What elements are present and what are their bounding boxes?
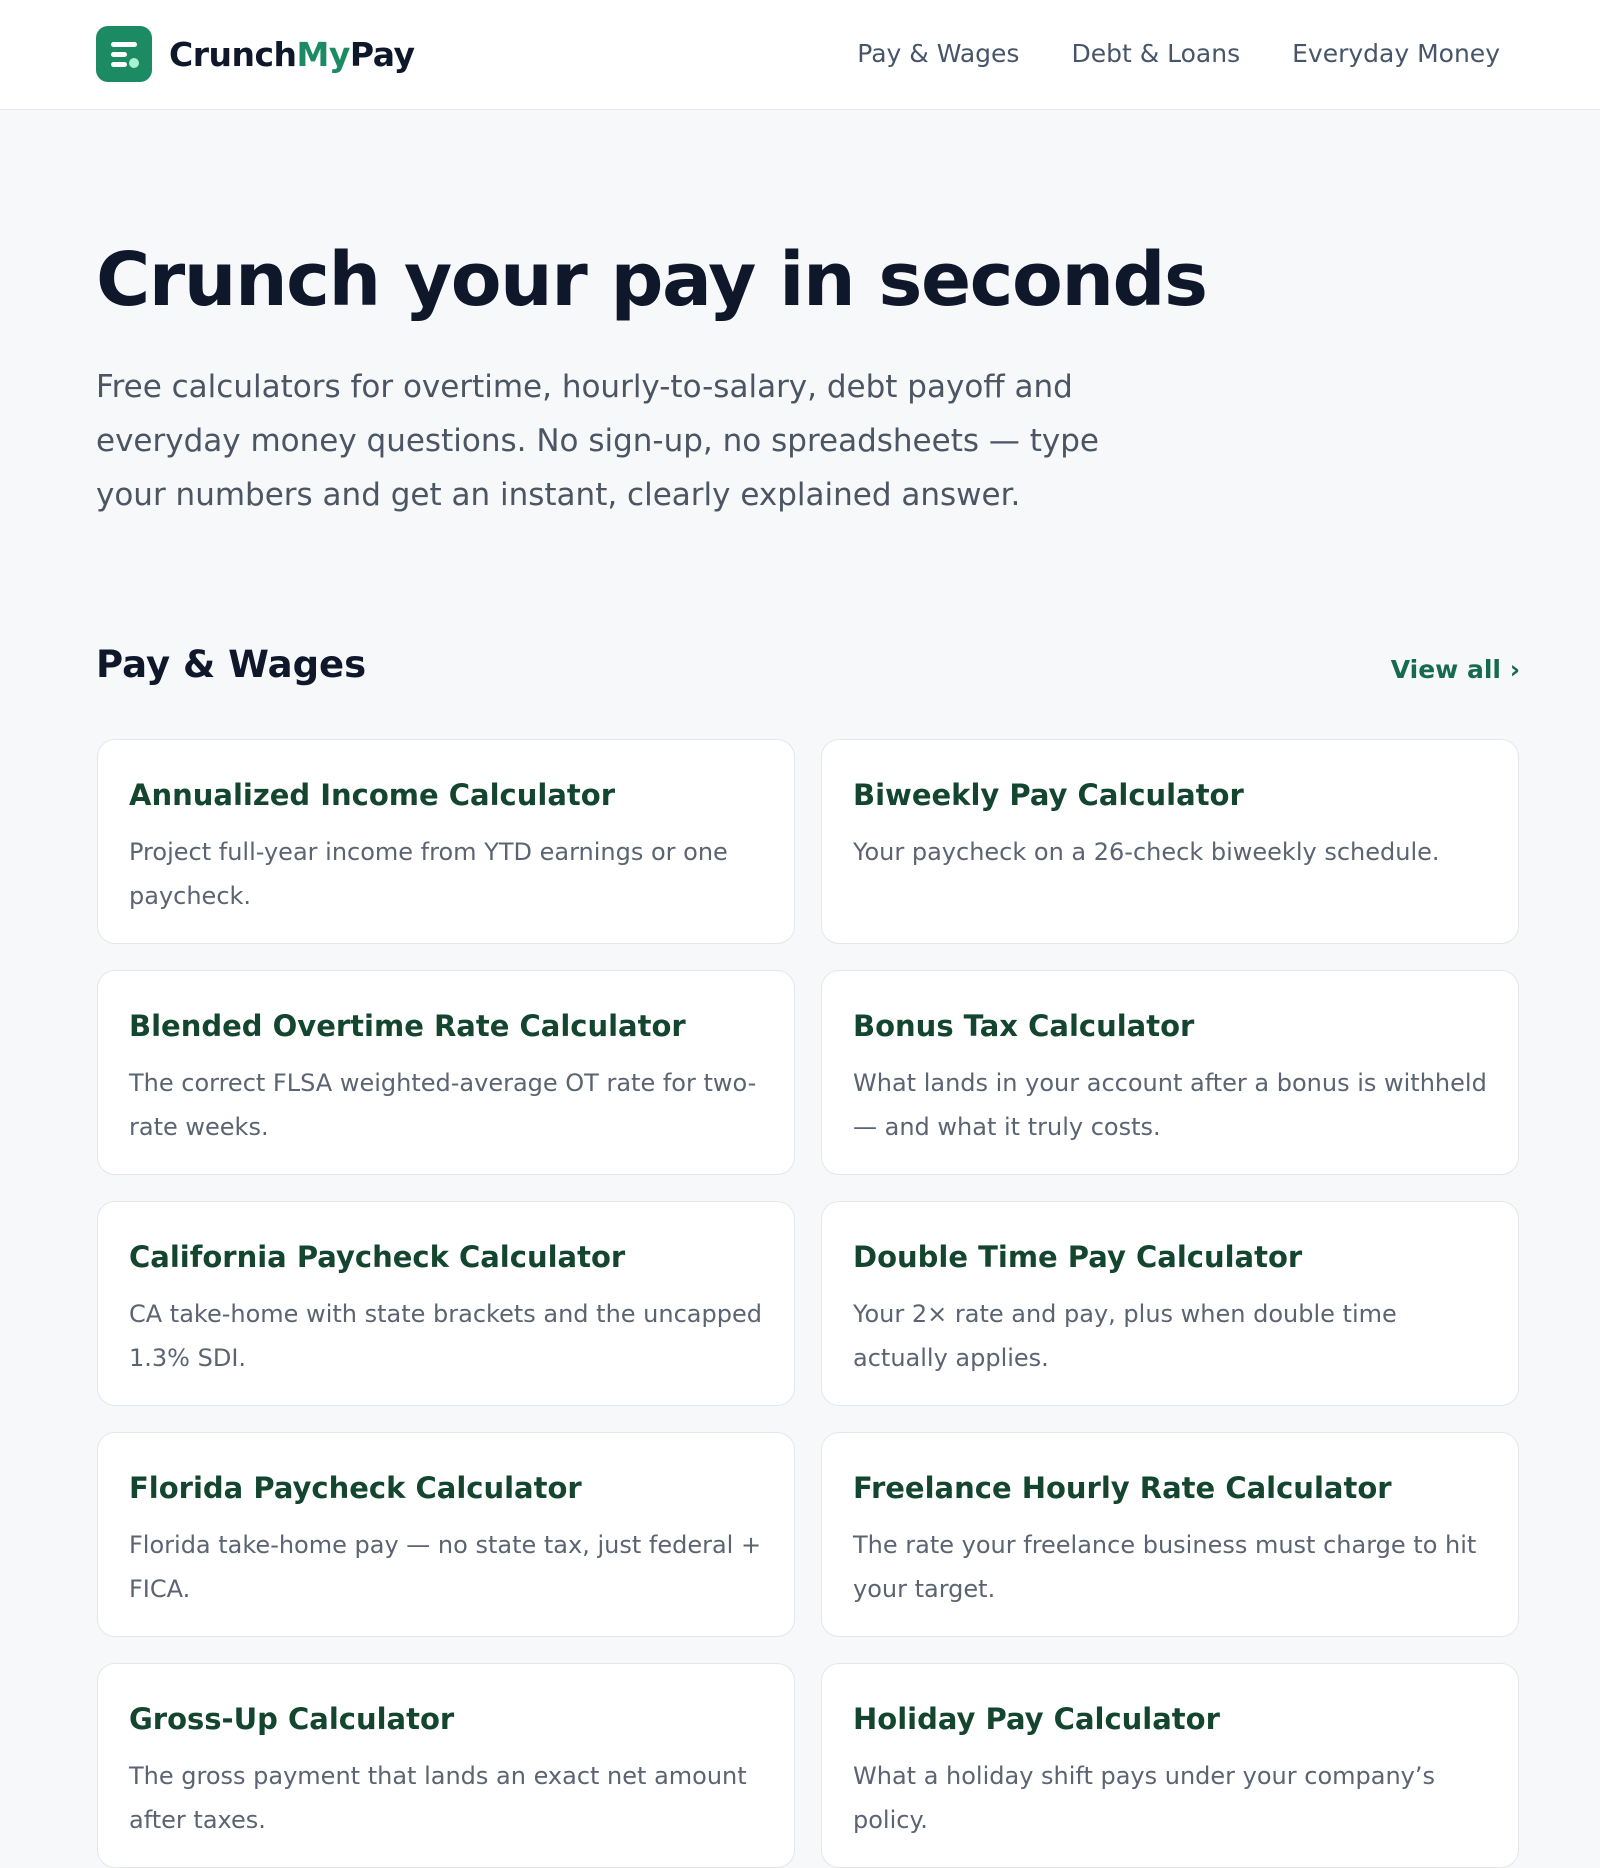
view-all-link[interactable]: View all › [1391,652,1520,688]
card-description: The gross payment that lands an exact ne… [129,1762,747,1834]
calculator-card[interactable]: Biweekly Pay Calculator Your paycheck on… [821,739,1519,944]
calculator-card[interactable]: Florida Paycheck Calculator Florida take… [97,1432,795,1637]
card-description: Your 2× rate and pay, plus when double t… [853,1300,1397,1372]
card-title: Holiday Pay Calculator [853,1702,1220,1736]
calculator-card[interactable]: Holiday Pay Calculator What a holiday sh… [821,1663,1519,1868]
card-title: Blended Overtime Rate Calculator [129,1009,686,1043]
card-title: Biweekly Pay Calculator [853,778,1244,812]
card-title: Bonus Tax Calculator [853,1009,1195,1043]
card-description: Florida take-home pay — no state tax, ju… [129,1531,762,1603]
calculator-card[interactable]: Freelance Hourly Rate Calculator The rat… [821,1432,1519,1637]
nav-item-debt-loans[interactable]: Debt & Loans [1071,34,1240,74]
calculator-card[interactable]: Bonus Tax Calculator What lands in your … [821,970,1519,1175]
card-description: The correct FLSA weighted-average OT rat… [129,1069,757,1141]
card-title: Double Time Pay Calculator [853,1240,1303,1274]
brand-name: CrunchMyPay [169,34,415,74]
logo-bars-icon [96,26,152,82]
card-title: Freelance Hourly Rate Calculator [853,1471,1392,1505]
card-description: Your paycheck on a 26-check biweekly sch… [853,838,1440,866]
calculator-card[interactable]: California Paycheck Calculator CA take-h… [97,1201,795,1406]
nav-item-pay-wages[interactable]: Pay & Wages [857,34,1019,74]
card-description: CA take-home with state brackets and the… [129,1300,762,1372]
calculator-card[interactable]: Blended Overtime Rate Calculator The cor… [97,970,795,1175]
logo-link[interactable]: CrunchMyPay [96,26,415,82]
card-description: What lands in your account after a bonus… [853,1069,1487,1141]
card-title: Gross-Up Calculator [129,1702,455,1736]
card-description: What a holiday shift pays under your com… [853,1762,1436,1834]
card-title: Florida Paycheck Calculator [129,1471,582,1505]
card-title: Annualized Income Calculator [129,778,615,812]
calculator-grid: Annualized Income Calculator Project ful… [97,739,1521,1868]
hero-title: Crunch your pay in seconds [96,237,1208,323]
section-title: Pay & Wages [96,643,367,686]
card-description: Project full-year income from YTD earnin… [129,838,728,910]
card-title: California Paycheck Calculator [129,1240,626,1274]
calculator-card[interactable]: Double Time Pay Calculator Your 2× rate … [821,1201,1519,1406]
hero-subtitle: Free calculators for overtime, hourly-to… [96,369,1099,513]
site-header: CrunchMyPay Pay & Wages Debt & Loans Eve… [0,0,1600,110]
calculator-card[interactable]: Annualized Income Calculator Project ful… [97,739,795,944]
main-nav: Pay & Wages Debt & Loans Everyday Money [857,34,1500,74]
card-description: The rate your freelance business must ch… [853,1531,1477,1603]
calculator-card[interactable]: Gross-Up Calculator The gross payment th… [97,1663,795,1868]
nav-item-everyday-money[interactable]: Everyday Money [1292,34,1500,74]
